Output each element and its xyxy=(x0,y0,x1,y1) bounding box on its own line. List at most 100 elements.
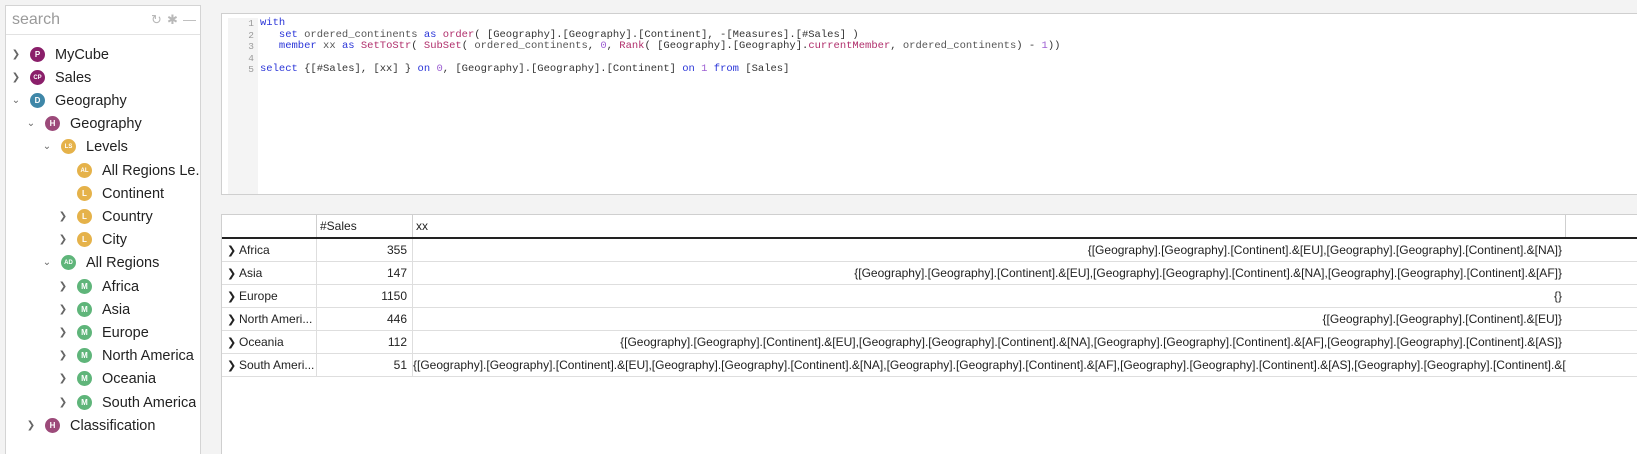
search-bar: ↻ ✱ — xyxy=(6,6,200,35)
tree-item-all-regions[interactable]: ⌄ AD All Regions xyxy=(41,251,160,274)
tree-item-asia[interactable]: ❯ M Asia xyxy=(57,298,130,321)
code-text: ( xyxy=(411,40,424,52)
tree-item-label: Country xyxy=(102,208,153,225)
tree-item-city[interactable]: ❯ L City xyxy=(57,228,127,251)
table-row: ❯ South Ameri... 51 {[Geography].[Geograp… xyxy=(222,354,1637,377)
chevron-right-icon[interactable]: ❯ xyxy=(227,286,239,307)
result-grid: #Sales xx ❯ Africa 355 {[Geography].[Geog… xyxy=(221,214,1637,454)
row-header-cell[interactable]: ❯ South Ameri... xyxy=(222,354,317,376)
tree-item-label: Classification xyxy=(70,417,156,434)
chevron-down-icon[interactable]: ⌄ xyxy=(25,118,37,129)
perspective-badge-icon: P xyxy=(30,47,45,62)
chevron-right-icon[interactable]: ❯ xyxy=(227,309,239,330)
number-literal: 1 xyxy=(701,63,708,75)
tree-item-continent[interactable]: L Continent xyxy=(57,182,164,205)
chevron-right-icon[interactable]: ❯ xyxy=(57,373,69,384)
tree-item-oceania[interactable]: ❯ M Oceania xyxy=(57,367,156,390)
chevron-down-icon[interactable]: ⌄ xyxy=(10,95,22,106)
code-text: [Sales] xyxy=(739,63,790,75)
row-header-cell[interactable]: ❯ Africa xyxy=(222,239,317,261)
all-member-badge-icon: AD xyxy=(61,255,76,270)
tree-item-label: All Regions xyxy=(86,254,160,271)
keyword: with xyxy=(260,17,286,29)
tree-item-label: Geography xyxy=(70,115,142,132)
code-area[interactable]: with set ordered_continents as order( [G… xyxy=(260,17,1060,76)
perspective-badge-icon: CP xyxy=(30,70,45,85)
hierarchy-badge-icon: H xyxy=(45,116,60,131)
sales-cell: 51 xyxy=(317,354,413,376)
code-text: ( [Geography].[Geography].[Continent], -… xyxy=(474,28,859,41)
chevron-down-icon[interactable]: ⌄ xyxy=(41,141,53,152)
line-number: 5 xyxy=(248,64,254,75)
tree-item-africa[interactable]: ❯ M Africa xyxy=(57,275,139,298)
code-line-5: select {[#Sales], [xx] } on 0, [Geograph… xyxy=(260,63,1060,76)
chevron-right-icon[interactable]: ❯ xyxy=(10,49,22,60)
tree-item-north-america[interactable]: ❯ M North America xyxy=(57,344,194,367)
member-badge-icon: M xyxy=(77,302,92,317)
chevron-right-icon[interactable]: ❯ xyxy=(227,355,239,376)
keyword: as xyxy=(423,28,437,41)
chevron-down-icon[interactable]: ⌄ xyxy=(41,257,53,268)
row-header-cell[interactable]: ❯ North Ameri... xyxy=(222,308,317,330)
tree-item-geography-hierarchy[interactable]: ⌄ H Geography xyxy=(25,112,142,135)
collapse-icon[interactable]: — xyxy=(183,12,196,28)
gear-icon[interactable]: ✱ xyxy=(167,12,178,28)
function-name: SubSet xyxy=(423,40,462,52)
column-header-sales[interactable]: #Sales xyxy=(317,215,413,237)
row-label: Oceania xyxy=(239,335,284,349)
chevron-right-icon[interactable]: ❯ xyxy=(25,420,37,431)
tree-item-label: North America xyxy=(102,347,194,364)
chevron-right-icon[interactable]: ❯ xyxy=(227,332,239,353)
sales-cell: 446 xyxy=(317,308,413,330)
sales-cell: 355 xyxy=(317,239,413,261)
table-row: ❯ North Ameri... 446 {[Geography].[Geogra… xyxy=(222,308,1637,331)
tree-item-levels[interactable]: ⌄ LS Levels xyxy=(41,135,128,158)
member-badge-icon: M xyxy=(77,371,92,386)
line-number-gutter: 1 2 3 4 5 xyxy=(228,18,258,194)
row-header-cell[interactable]: ❯ Asia xyxy=(222,262,317,284)
mdx-query-editor[interactable]: 1 2 3 4 5 with set ordered_continents as… xyxy=(221,13,1637,195)
tree-item-label: Geography xyxy=(55,92,127,109)
tree-item-country[interactable]: ❯ L Country xyxy=(57,205,153,228)
table-row: ❯ Europe 1150 {} xyxy=(222,285,1637,308)
chevron-right-icon[interactable]: ❯ xyxy=(57,397,69,408)
refresh-icon[interactable]: ↻ xyxy=(151,12,162,28)
sales-cell: 1150 xyxy=(317,285,413,307)
tree-item-south-america[interactable]: ❯ M South America xyxy=(57,391,197,414)
row-header-cell[interactable]: ❯ Europe xyxy=(222,285,317,307)
row-label: Europe xyxy=(239,289,278,303)
tree-item-classification[interactable]: ❯ H Classification xyxy=(25,414,156,437)
search-input[interactable] xyxy=(12,11,151,29)
keyword: on xyxy=(682,63,695,75)
search-tools: ↻ ✱ — xyxy=(151,12,196,28)
tree-item-europe[interactable]: ❯ M Europe xyxy=(57,321,149,344)
chevron-right-icon[interactable]: ❯ xyxy=(57,211,69,222)
member-badge-icon: M xyxy=(77,279,92,294)
tree-item-label: MyCube xyxy=(55,46,109,63)
level-badge-icon: L xyxy=(77,232,92,247)
tree-item-sales[interactable]: ❯ CP Sales xyxy=(10,66,91,89)
tree-item-label: Asia xyxy=(102,301,131,318)
chevron-right-icon[interactable]: ❯ xyxy=(57,304,69,315)
code-text: ( xyxy=(461,40,475,52)
chevron-right-icon[interactable]: ❯ xyxy=(57,327,69,338)
chevron-right-icon[interactable]: ❯ xyxy=(10,72,22,83)
chevron-right-icon[interactable]: ❯ xyxy=(227,240,239,261)
tree-item-all-regions-level[interactable]: AL All Regions Le... xyxy=(57,159,200,182)
tree-item-geography-dimension[interactable]: ⌄ D Geography xyxy=(10,89,127,112)
xx-cell: {} xyxy=(1553,289,1562,303)
chevron-right-icon[interactable]: ❯ xyxy=(227,263,239,284)
levels-badge-icon: LS xyxy=(61,139,76,154)
xx-cell: {[Geography].[Geography].[Continent].&[E… xyxy=(854,266,1562,280)
code-text: ( [Geography].[Geography]. xyxy=(644,40,809,52)
tree-item-label: Continent xyxy=(102,185,165,202)
tree-item-mycube[interactable]: ❯ P MyCube xyxy=(10,43,109,66)
column-header-xx[interactable]: xx xyxy=(413,215,1566,237)
tree-item-label: Levels xyxy=(86,138,128,155)
code-text: , xyxy=(587,40,601,52)
chevron-right-icon[interactable]: ❯ xyxy=(57,281,69,292)
member-badge-icon: M xyxy=(77,395,92,410)
chevron-right-icon[interactable]: ❯ xyxy=(57,234,69,245)
chevron-right-icon[interactable]: ❯ xyxy=(57,350,69,361)
row-header-cell[interactable]: ❯ Oceania xyxy=(222,331,317,353)
